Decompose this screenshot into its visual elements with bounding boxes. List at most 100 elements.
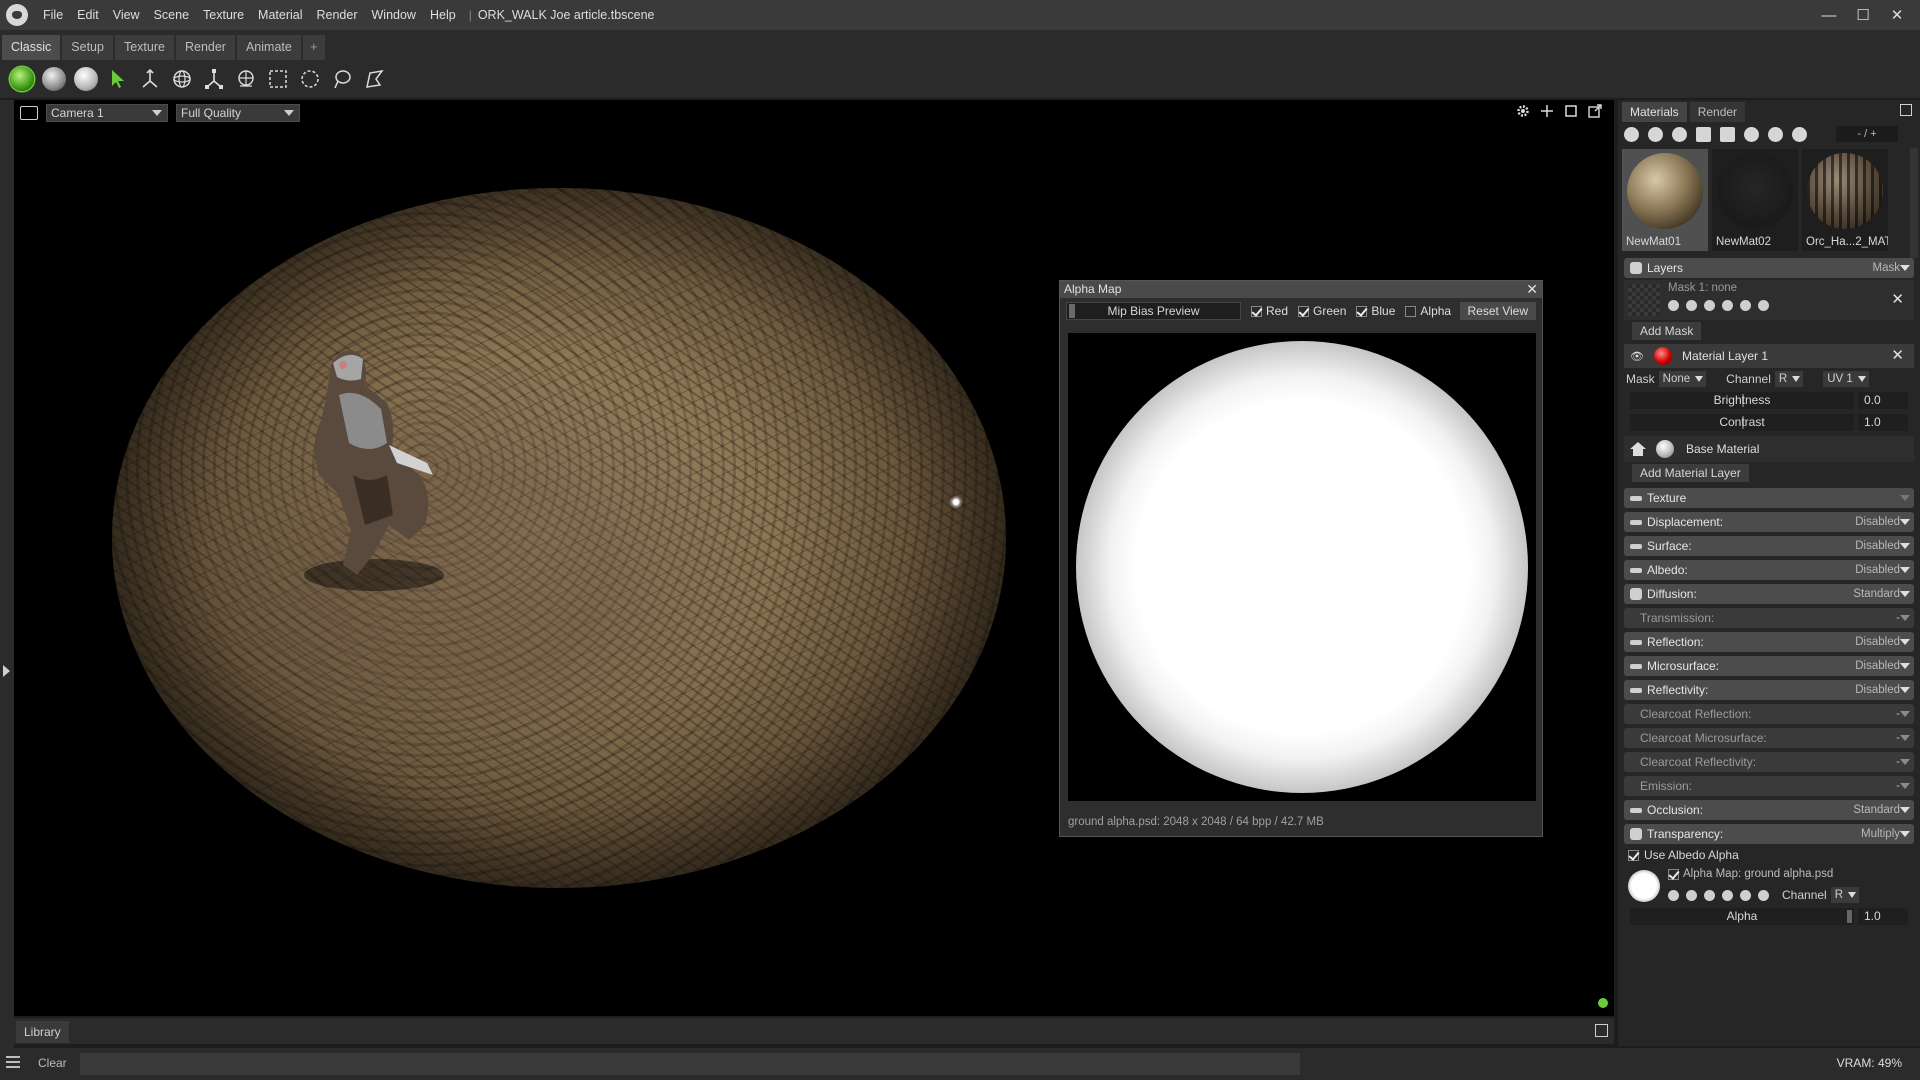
alpha-channel-select[interactable]: R (1830, 887, 1860, 903)
use-albedo-alpha-checkbox[interactable]: Use Albedo Alpha (1628, 848, 1739, 862)
alpha-clear-icon[interactable] (1758, 889, 1769, 901)
thumbnail-scrollbar[interactable] (1910, 148, 1918, 258)
camera-icon[interactable] (20, 106, 38, 120)
chevron-down-icon[interactable] (1900, 807, 1910, 813)
menu-edit[interactable]: Edit (70, 0, 106, 30)
section-collapse-icon[interactable] (1630, 663, 1642, 669)
maximize-button[interactable]: ☐ (1846, 6, 1880, 24)
mip-bias-slider[interactable]: Mip Bias Preview (1066, 302, 1241, 320)
section-collapse-icon[interactable] (1630, 687, 1642, 693)
render-mode-flat-icon[interactable] (74, 67, 98, 91)
module-microsurface[interactable]: Microsurface: Disabled (1624, 656, 1914, 676)
tab-texture[interactable]: Texture (114, 35, 174, 60)
section-collapse-icon[interactable] (1630, 807, 1642, 813)
brightness-slider[interactable]: Brightness (1630, 391, 1854, 409)
chevron-down-icon[interactable] (1900, 783, 1910, 789)
add-material-layer-button[interactable]: Add Material Layer (1632, 464, 1749, 482)
module-transmission[interactable]: Transmission: - (1624, 608, 1914, 628)
alpha-map-close-button[interactable]: ✕ (1526, 281, 1538, 298)
unassign-material-icon[interactable] (1792, 126, 1807, 142)
section-collapse-icon[interactable] (1630, 543, 1642, 549)
chevron-down-icon[interactable] (1900, 519, 1910, 525)
alpha-reload-icon[interactable] (1740, 889, 1751, 901)
mask-reload-icon[interactable] (1740, 300, 1751, 311)
tab-render-settings[interactable]: Render (1689, 102, 1746, 122)
mask-settings-gear-icon[interactable] (1668, 300, 1679, 311)
tab-materials[interactable]: Materials (1622, 102, 1687, 122)
library-popout-icon[interactable] (1595, 1024, 1608, 1037)
mask-paint-icon[interactable] (1704, 300, 1715, 311)
close-window-button[interactable]: ✕ (1880, 6, 1914, 24)
module-emission[interactable]: Emission: - (1624, 776, 1914, 796)
section-toggle-icon[interactable] (1630, 262, 1642, 274)
camera-select[interactable]: Camera 1 (46, 104, 168, 122)
chevron-down-icon[interactable] (1900, 495, 1910, 501)
layers-header[interactable]: Layers Mask (1624, 258, 1914, 278)
chevron-down-icon[interactable] (1900, 615, 1910, 621)
chevron-down-icon[interactable] (1900, 591, 1910, 597)
menu-help[interactable]: Help (423, 0, 463, 30)
alpha-settings-gear-icon[interactable] (1668, 889, 1679, 901)
mask-thumbnail[interactable] (1628, 284, 1660, 316)
chevron-down-icon[interactable] (1900, 831, 1910, 837)
quality-select[interactable]: Full Quality (176, 104, 300, 122)
section-toggle-icon[interactable] (1630, 588, 1642, 600)
tab-classic[interactable]: Classic (2, 35, 61, 60)
section-collapse-icon[interactable] (1630, 639, 1642, 645)
material-thumbnail[interactable]: NewMat02 (1712, 149, 1798, 251)
log-output-field[interactable] (80, 1053, 1300, 1075)
clear-log-button[interactable]: Clear (38, 1056, 67, 1070)
alpha-slider[interactable]: Alpha (1630, 907, 1854, 925)
section-toggle-icon[interactable] (1630, 828, 1642, 840)
world-space-icon[interactable] (230, 64, 262, 94)
module-reflection[interactable]: Reflection: Disabled (1624, 632, 1914, 652)
tab-render[interactable]: Render (175, 35, 235, 60)
material-thumbnail[interactable]: Orc_Ha...2_MAT (1802, 149, 1888, 251)
contrast-value-field[interactable]: 1.0 (1858, 413, 1908, 431)
module-diffusion[interactable]: Diffusion: Standard (1624, 584, 1914, 604)
module-displacement[interactable]: Displacement: Disabled (1624, 512, 1914, 532)
viewport-settings-gear-icon[interactable] (1516, 104, 1530, 118)
module-clearcoat-reflectivity[interactable]: Clearcoat Reflectivity: - (1624, 752, 1914, 772)
rotate-gizmo-icon[interactable] (166, 64, 198, 94)
menu-file[interactable]: File (36, 0, 70, 30)
module-clearcoat-reflection[interactable]: Clearcoat Reflection: - (1624, 704, 1914, 724)
module-texture[interactable]: Texture (1624, 488, 1914, 508)
alpha-slider-knob[interactable] (1847, 909, 1852, 923)
mask-clear-icon[interactable] (1758, 300, 1769, 311)
circle-select-icon[interactable] (294, 64, 326, 94)
layer-visibility-eye-icon[interactable]: 👁 (1630, 350, 1644, 363)
add-mask-button[interactable]: Add Mask (1632, 322, 1702, 340)
chevron-down-icon[interactable] (1900, 711, 1910, 717)
thumbnail-zoom-control[interactable]: - / + (1836, 126, 1898, 142)
viewport-pan-icon[interactable] (1540, 104, 1554, 118)
section-collapse-icon[interactable] (1630, 495, 1642, 501)
move-gizmo-icon[interactable] (134, 64, 166, 94)
scale-gizmo-icon[interactable] (198, 64, 230, 94)
chevron-down-icon[interactable] (1900, 265, 1910, 271)
checkbox-check-icon[interactable] (1668, 868, 1679, 880)
chevron-down-icon[interactable] (1900, 687, 1910, 693)
marquee-select-icon[interactable] (262, 64, 294, 94)
remove-mask-close-icon[interactable]: ✕ (1891, 290, 1904, 308)
chevron-down-icon[interactable] (1900, 735, 1910, 741)
mask-pick-icon[interactable] (1722, 300, 1733, 311)
log-menu-icon[interactable] (6, 1056, 20, 1068)
module-reflectivity[interactable]: Reflectivity: Disabled (1624, 680, 1914, 700)
section-collapse-icon[interactable] (1630, 519, 1642, 525)
duplicate-material-icon[interactable] (1648, 126, 1663, 142)
chevron-down-icon[interactable] (1900, 759, 1910, 765)
blue-channel-checkbox[interactable]: Blue (1356, 304, 1395, 318)
alpha-map-titlebar[interactable]: Alpha Map ✕ (1060, 281, 1542, 298)
chevron-down-icon[interactable] (1900, 639, 1910, 645)
chevron-down-icon[interactable] (1900, 567, 1910, 573)
chevron-down-icon[interactable] (1900, 543, 1910, 549)
alpha-map-preview[interactable] (1068, 333, 1536, 801)
select-arrow-icon[interactable] (102, 64, 134, 94)
mask-select[interactable]: None (1658, 371, 1707, 387)
menu-scene[interactable]: Scene (147, 0, 196, 30)
menu-material[interactable]: Material (251, 0, 309, 30)
mask-search-icon[interactable] (1686, 300, 1697, 311)
green-channel-checkbox[interactable]: Green (1298, 304, 1346, 318)
remove-layer-close-icon[interactable]: ✕ (1891, 346, 1904, 364)
